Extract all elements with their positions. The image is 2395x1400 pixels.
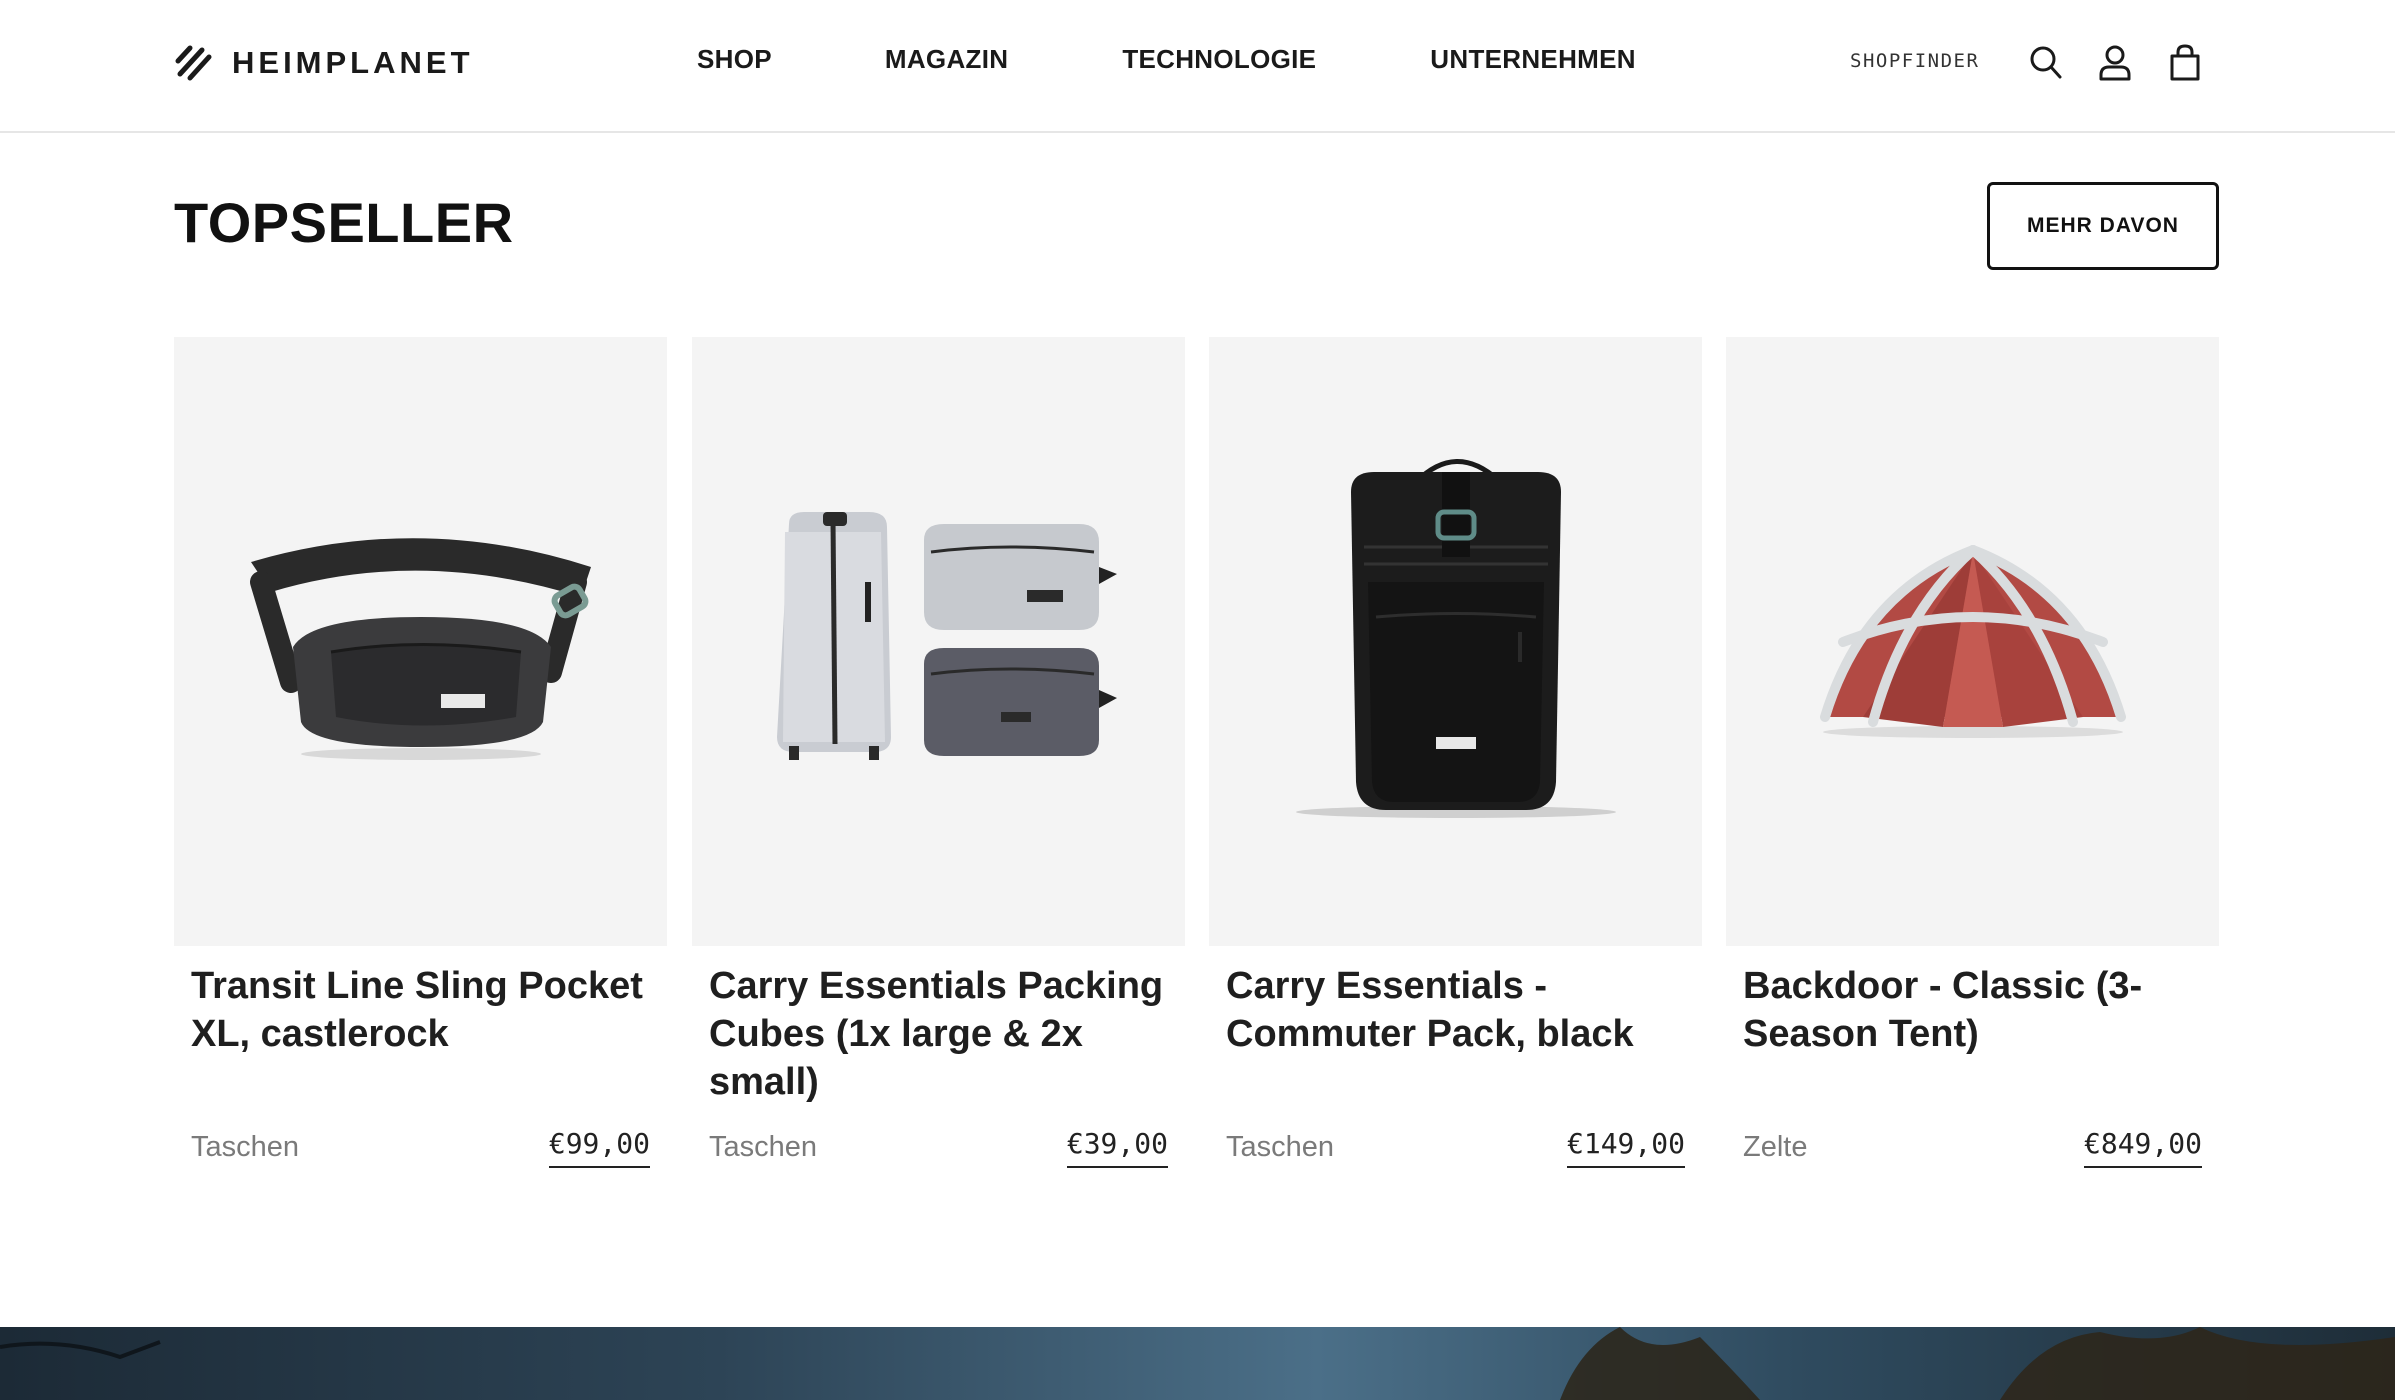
product-price[interactable]: €849,00: [2083, 1127, 2202, 1168]
sling-bag-illustration: [249, 537, 591, 760]
nav-technologie[interactable]: TECHNOLOGIE: [1122, 44, 1316, 75]
product-category: Taschen: [191, 1131, 300, 1163]
product-card[interactable]: Transit Line Sling Pocket XL, castlerock…: [174, 337, 667, 1177]
product-name[interactable]: Backdoor - Classic (3-Season Tent): [1743, 962, 2203, 1058]
shopfinder-link[interactable]: SHOPFINDER: [1850, 50, 1979, 72]
heimplanet-logo-icon: [175, 45, 212, 81]
product-name[interactable]: Transit Line Sling Pocket XL, castlerock: [191, 962, 651, 1058]
site-header: HEIMPLANET SHOP MAGAZIN TECHNOLOGIE UNTE…: [0, 0, 2395, 133]
packing-cubes-illustration: [776, 511, 1117, 760]
account-icon[interactable]: [2097, 43, 2133, 81]
main-nav: SHOP MAGAZIN TECHNOLOGIE UNTERNEHMEN: [697, 44, 1636, 75]
forest-illustration: [0, 1327, 2395, 1400]
hero-image-strip: [0, 1327, 2395, 1400]
nav-magazin[interactable]: MAGAZIN: [885, 44, 1008, 75]
more-button[interactable]: MEHR DAVON: [1987, 182, 2219, 270]
product-price[interactable]: €149,00: [1566, 1127, 1685, 1168]
product-image-backpack[interactable]: [1209, 337, 1702, 946]
product-price[interactable]: €39,00: [1066, 1127, 1168, 1168]
product-image-sling-bag[interactable]: [174, 337, 667, 946]
product-name[interactable]: Carry Essentials - Commuter Pack, black: [1226, 962, 1686, 1058]
search-icon[interactable]: [2028, 43, 2064, 81]
cart-icon[interactable]: [2167, 43, 2203, 81]
product-grid: Transit Line Sling Pocket XL, castlerock…: [174, 337, 2219, 1177]
product-price[interactable]: €99,00: [548, 1127, 650, 1168]
nav-unternehmen[interactable]: UNTERNEHMEN: [1430, 44, 1636, 75]
section-title: TOPSELLER: [174, 191, 514, 254]
backpack-illustration: [1295, 458, 1616, 818]
product-card[interactable]: Carry Essentials Packing Cubes (1x large…: [692, 337, 1185, 1177]
product-name[interactable]: Carry Essentials Packing Cubes (1x large…: [709, 962, 1169, 1106]
product-card[interactable]: Carry Essentials - Commuter Pack, black …: [1209, 337, 1702, 1177]
nav-shop[interactable]: SHOP: [697, 44, 772, 75]
product-category: Taschen: [1226, 1131, 1335, 1163]
product-category: Zelte: [1743, 1131, 1808, 1163]
product-image-tent[interactable]: [1726, 337, 2219, 946]
product-category: Taschen: [709, 1131, 818, 1163]
product-image-packing-cubes[interactable]: [692, 337, 1185, 946]
product-card[interactable]: Backdoor - Classic (3-Season Tent) Zelte…: [1726, 337, 2219, 1177]
logo[interactable]: HEIMPLANET: [174, 40, 474, 86]
tent-illustration: [1819, 544, 2126, 738]
logo-text: HEIMPLANET: [232, 45, 474, 80]
